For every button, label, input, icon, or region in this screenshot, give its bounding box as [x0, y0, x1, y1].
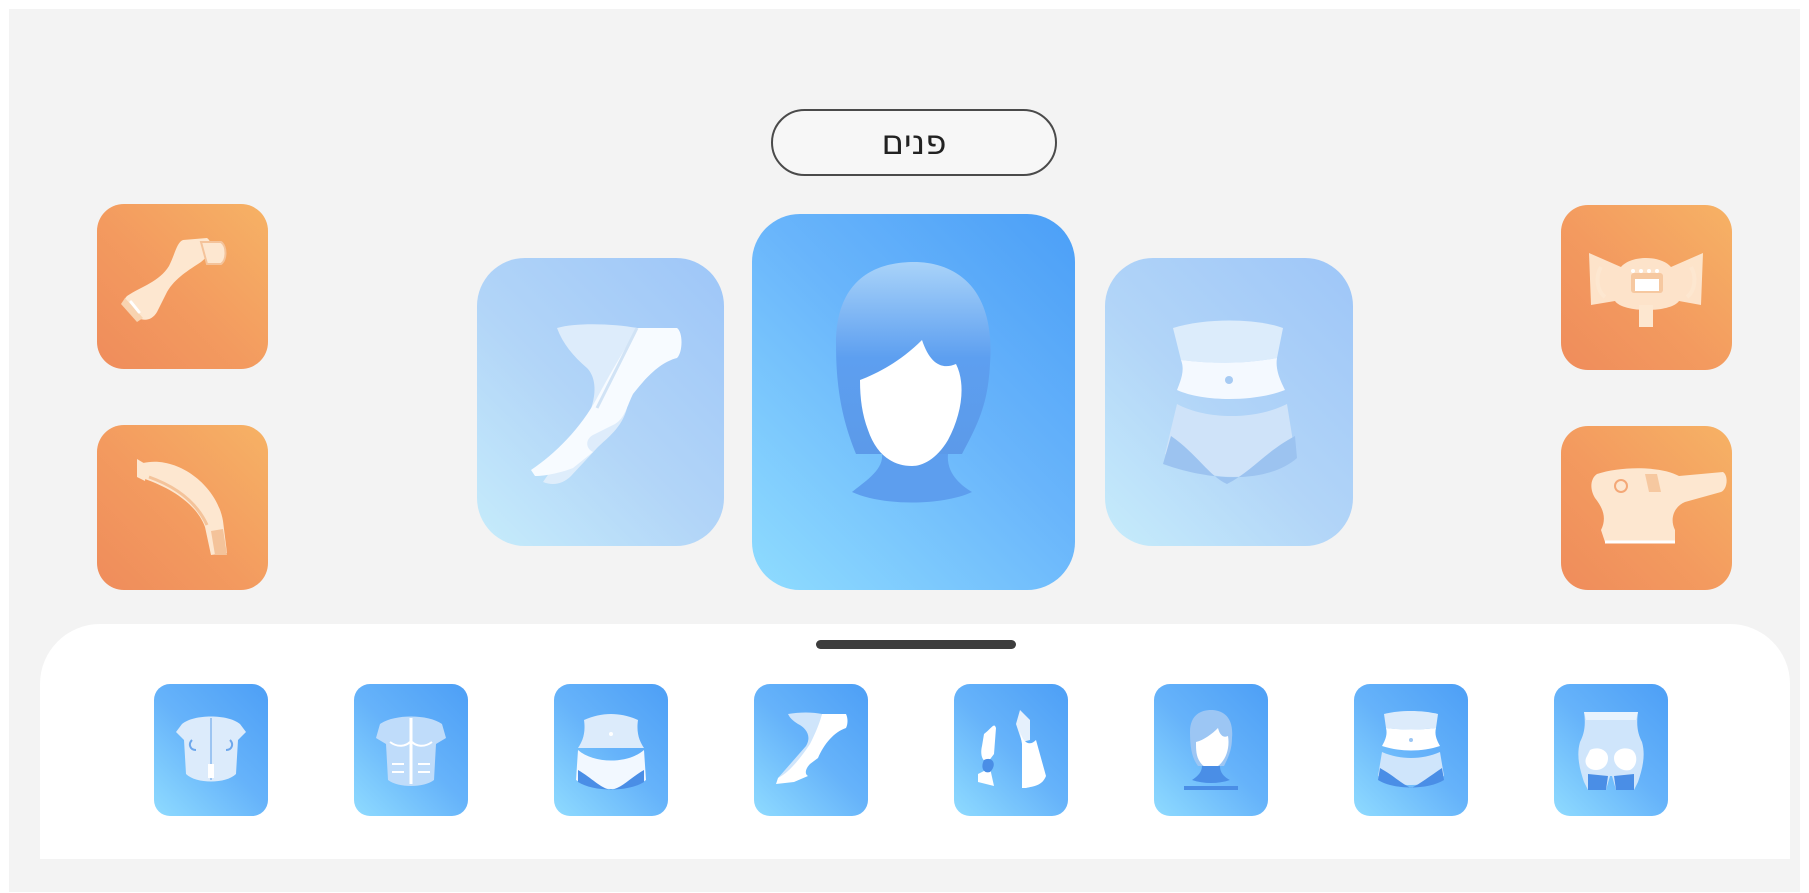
body-area-sheet	[40, 624, 1790, 859]
arms-icon	[978, 710, 1046, 788]
body-area-buttocks[interactable]	[1554, 684, 1668, 816]
body-area-arms[interactable]	[954, 684, 1068, 816]
body-area-face[interactable]	[1154, 684, 1268, 816]
face-icon	[1184, 710, 1238, 790]
handpiece-curved-icon	[137, 459, 227, 555]
selected-area-title: פנים	[771, 109, 1057, 176]
device-tile-wand[interactable]	[1561, 426, 1732, 590]
legs-icon	[776, 712, 848, 784]
body-area-bikini[interactable]	[554, 684, 668, 816]
device-console-icon	[1589, 253, 1703, 327]
body-area-chest[interactable]	[354, 684, 468, 816]
abdomen-icon	[1163, 320, 1297, 484]
carousel-next-abdomen[interactable]	[1105, 258, 1353, 546]
device-tile-handpiece-curved[interactable]	[97, 425, 268, 590]
device-wand-icon	[1591, 468, 1727, 544]
carousel-previous-legs[interactable]	[477, 258, 724, 546]
sheet-drag-handle[interactable]	[816, 640, 1016, 649]
carousel-current-face[interactable]	[752, 214, 1075, 590]
abdomen-icon	[1378, 711, 1444, 788]
handpiece-small-icon	[121, 238, 227, 322]
body-area-abdomen[interactable]	[1354, 684, 1468, 816]
buttocks-icon	[1578, 712, 1644, 790]
legs-icon	[531, 324, 682, 484]
back-icon	[176, 716, 246, 782]
face-icon	[836, 262, 991, 503]
body-area-legs[interactable]	[754, 684, 868, 816]
body-area-back[interactable]	[154, 684, 268, 816]
selected-area-label: פנים	[881, 122, 947, 163]
chest-icon	[376, 716, 446, 786]
device-tile-console[interactable]	[1561, 205, 1732, 370]
bikini-icon	[576, 714, 646, 790]
device-tile-handpiece-small[interactable]	[97, 204, 268, 369]
